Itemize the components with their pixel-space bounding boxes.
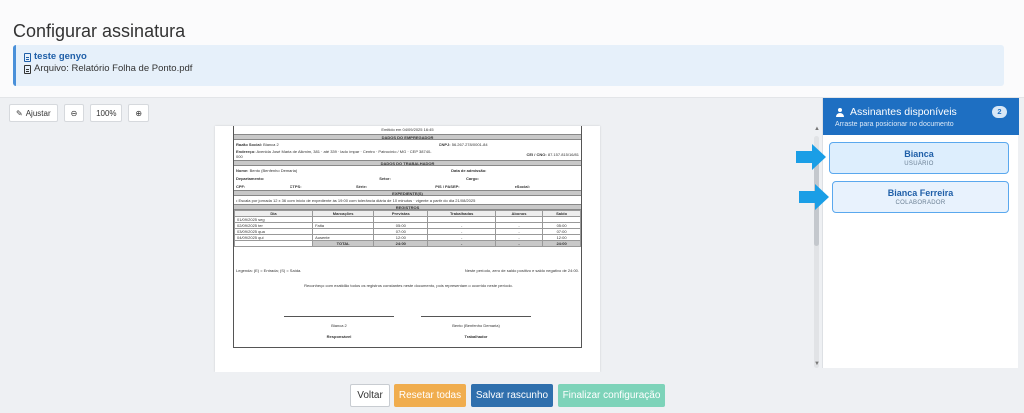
employer-row-2: Endereço: Avenida José Maria de Alkmim, … — [234, 148, 581, 160]
worker-row-2: Departamento: Setor: Cargo: — [234, 174, 581, 182]
signature-name-2: Bento (Benfenho Demaria) — [452, 323, 500, 328]
legend-text: Legenda: (E) = Entrada; (S) = Saída. — [236, 268, 302, 273]
pis-label: PIS / PASEP: — [435, 183, 460, 189]
save-draft-button[interactable]: Salvar rascunho — [471, 384, 553, 407]
registros-table: Dia Marcações Previstas Trabalhadas Abon… — [233, 210, 581, 247]
page-title: Configurar assinatura — [13, 21, 186, 41]
cpf-label: CPF: — [236, 183, 246, 189]
signer-name: Bianca Ferreira — [887, 188, 954, 198]
page-header: Configurar assinatura teste genyo Arquiv… — [0, 0, 1024, 98]
back-button[interactable]: Voltar — [350, 384, 390, 407]
declaration-text: Reconheço com exatidão todos os registro… — [304, 283, 513, 288]
cell: 24:00 — [373, 240, 429, 247]
arrow-right-icon — [796, 144, 826, 170]
document-info-box: teste genyo Arquivo: Relatório Folha de … — [13, 45, 1004, 86]
cnpj-value: 56.267.278/0001-84 — [451, 141, 488, 147]
finish-configuration-button[interactable]: Finalizar configuração — [558, 384, 665, 407]
setor-label: Setor: — [379, 175, 391, 181]
timesheet: Emitido em 04/09/2025 16:45 DADOS DO EMP… — [233, 126, 582, 348]
signers-title-row: Assinantes disponíveis — [835, 106, 957, 118]
endereco-value: Avenida José Maria de Alkmim, 381 · até … — [236, 149, 432, 159]
signers-count-badge: 2 — [992, 106, 1007, 118]
razao-label: Razão Social: — [236, 141, 263, 147]
viewer-scrollbar[interactable] — [814, 136, 819, 368]
ctps-label: CTPS: — [289, 183, 302, 189]
employer-row-1: Razão Social: Bianca 2 CNPJ: 56.267.278/… — [234, 140, 581, 148]
nome-label: Nome: — [236, 167, 249, 173]
signature-role-2: Trabalhador — [464, 334, 488, 339]
table-total-row: TOTAL 24:00- -24:00 — [233, 240, 581, 247]
cell: TOTAL — [312, 240, 375, 247]
document-name-line: teste genyo — [24, 51, 1004, 63]
document-file: Arquivo: Relatório Folha de Ponto.pdf — [34, 63, 193, 74]
signer-role: USUÁRIO — [904, 161, 934, 167]
admissao-label: Data de admissão: — [451, 167, 487, 173]
worker-row-1: Nome: Bento (Benfenho Demaria) Data de a… — [234, 166, 581, 174]
signer-card-bianca[interactable]: Bianca USUÁRIO — [829, 142, 1009, 174]
expediente-text: Escala por jornada 12 x 36 com início de… — [238, 197, 476, 203]
nome-value: Bento (Benfenho Demaria) — [249, 167, 298, 173]
pdf-page[interactable]: Emitido em 04/09/2025 16:45 DADOS DO EMP… — [215, 126, 600, 372]
arrow-right-icon — [799, 184, 829, 210]
signer-role: COLABORADOR — [895, 200, 946, 206]
signers-panel-header: Assinantes disponíveis Arraste para posi… — [823, 98, 1019, 135]
pdf-viewer[interactable]: Emitido em 04/09/2025 16:45 DADOS DO EMP… — [0, 126, 822, 372]
worker-row-3: CPF: CTPS: Série: PIS / PASEP: eSocial: — [234, 182, 581, 190]
signature-line-2 — [421, 316, 531, 317]
file-icon — [24, 64, 31, 74]
serie-label: Série: — [355, 183, 368, 189]
signature-role-1: Responsável — [326, 334, 352, 339]
cell: 24:00 — [542, 240, 581, 247]
wrench-icon: ✎ — [16, 108, 23, 118]
document-name: teste genyo — [34, 51, 87, 62]
signature-name-1: Bianca 2 — [331, 323, 347, 328]
document-file-line: Arquivo: Relatório Folha de Ponto.pdf — [24, 63, 1004, 75]
fit-button[interactable]: ✎ Ajustar — [9, 104, 58, 122]
users-icon — [835, 107, 846, 117]
signer-card-bianca-ferreira[interactable]: Bianca Ferreira COLABORADOR — [832, 181, 1009, 213]
zoom-out-button[interactable]: ⊖ — [63, 104, 85, 122]
reset-all-button[interactable]: Resetar todas — [394, 384, 466, 407]
expediente-row: • Escala por jornada 12 x 36 com início … — [236, 197, 476, 203]
zoom-out-icon: ⊖ — [70, 108, 78, 118]
cell: - — [427, 240, 496, 247]
scroll-down-arrow[interactable]: ▼ — [814, 361, 820, 367]
signers-title: Assinantes disponíveis — [850, 106, 957, 118]
departamento-label: Departamento: — [236, 175, 265, 181]
emitted-date: Emitido em 04/09/2025 16:45 — [381, 127, 434, 132]
zoom-in-icon: ⊕ — [135, 108, 143, 118]
scroll-up-arrow[interactable]: ▲ — [814, 126, 820, 132]
fit-label: Ajustar — [25, 108, 51, 118]
viewer-toolbar: ✎ Ajustar ⊖ 100% ⊕ — [9, 104, 150, 122]
razao-value: Bianca 2 — [263, 141, 279, 147]
signer-name: Bianca — [904, 149, 934, 159]
cei-label: CEI / CNO: — [526, 151, 547, 157]
signers-panel: Assinantes disponíveis Arraste para posi… — [822, 98, 1019, 368]
cell: - — [494, 240, 544, 247]
zoom-in-button[interactable]: ⊕ — [128, 104, 150, 122]
period-note: Neste período, zero de saldo positivo e … — [464, 268, 579, 273]
cei-value: 87.157.815/16/81 — [547, 151, 579, 157]
signature-line-1 — [284, 316, 394, 317]
zoom-level: 100% — [90, 104, 123, 122]
cnpj-label: CNPJ: — [438, 141, 451, 147]
signers-subtitle: Arraste para posicionar no documento — [835, 121, 954, 128]
file-icon — [24, 52, 31, 62]
cargo-label: Cargo: — [466, 175, 479, 181]
esocial-label: eSocial: — [514, 183, 530, 189]
